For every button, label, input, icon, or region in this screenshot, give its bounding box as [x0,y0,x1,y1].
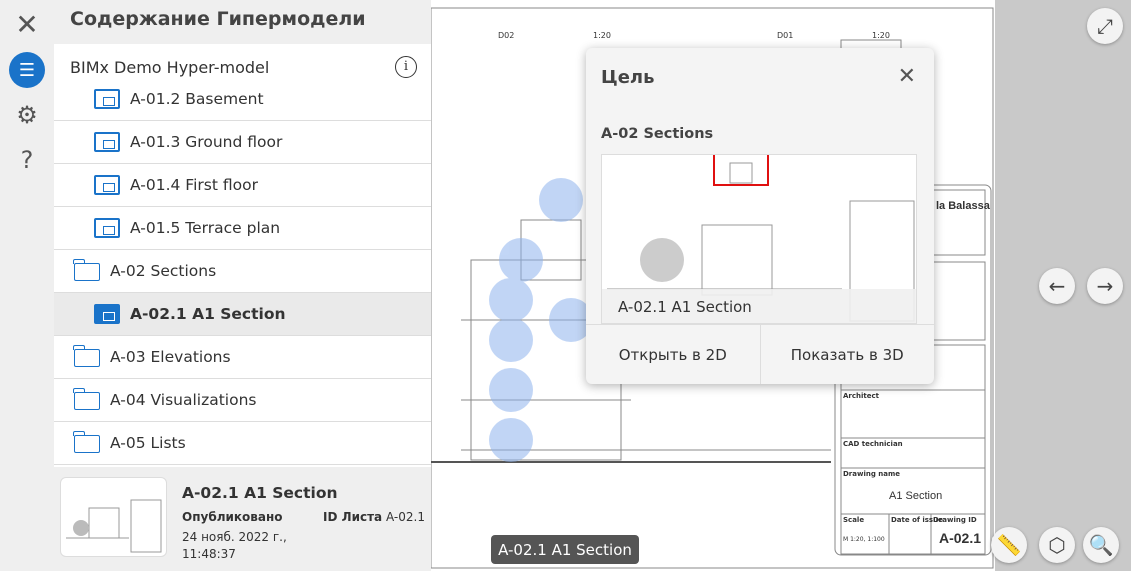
folder-icon [73,431,100,453]
list-item[interactable]: A-01.5 Terrace plan [54,207,431,250]
item-label: A-05 Lists [110,434,186,452]
item-label: A-02 Sections [110,262,217,280]
item-label: A-02.1 A1 Section [130,305,286,323]
help-icon[interactable]: ? [9,142,45,178]
project-name: la Balassa [936,200,990,212]
sheet-thumbnail [60,477,167,557]
sheet-icon [94,89,120,109]
scale-value: M 1:20, 1:100 [843,536,885,543]
preview-caption: A-02.1 A1 Section [602,289,916,323]
folder-icon [73,388,100,410]
open-2d-button[interactable]: Открыть в 2D [586,325,761,384]
drawing-id-label: Drawing ID [933,516,977,524]
model-name: BIMx Demo Hyper-model [70,57,270,77]
folder-icon [73,345,100,367]
drawing-name: A1 Section [889,490,943,502]
list-item[interactable]: A-01.4 First floor [54,164,431,207]
date: 24 нояб. 2022 г., [182,530,287,544]
time: 11:48:37 [182,547,236,561]
model-header: BIMx Demo Hyper-model i [54,44,431,90]
sheet-title: A-02.1 A1 Section [182,484,338,502]
sheet-icon [94,304,120,324]
sheet-icon [94,132,120,152]
list-icon[interactable]: ☰ [9,52,45,88]
ruler-icon[interactable]: 📏 [991,527,1027,563]
item-label: A-01.4 First floor [130,176,258,194]
status: Опубликовано [182,510,283,524]
item-label: A-04 Visualizations [110,391,257,409]
side-rail: ✕ ☰ ⚙ ? [0,0,54,571]
fullscreen-icon[interactable]: ⤢ [1087,8,1123,44]
list-item[interactable]: A-04 Visualizations [54,379,431,422]
contents-panel: Содержание Гипермодели BIMx Demo Hyper-m… [54,0,431,571]
scale-label: Scale [843,516,865,524]
panel-title: Содержание Гипермодели [70,8,366,30]
architect-label: Architect [843,392,879,400]
cube-icon[interactable]: ⬡ [1039,527,1075,563]
item-label: A-01.3 Ground floor [130,133,283,151]
drawing-name-label: Drawing name [843,470,901,478]
drawing-label: D01 [777,31,794,40]
sheet-tooltip: A-02.1 A1 Section [491,535,639,564]
item-label: A-01.2 Basement [130,90,264,108]
popup-title: Цель [601,67,655,88]
id-value: A-02.1 [385,510,425,524]
list-item-selected[interactable]: A-02.1 A1 Section [54,293,431,336]
list-item[interactable]: A-01.3 Ground floor [54,121,431,164]
section-name: A-02 Sections [601,126,714,142]
list-item[interactable]: A-02 Sections [54,250,431,293]
gear-icon[interactable]: ⚙ [9,97,45,133]
drawing-label: 1:20 [872,31,890,40]
drawing-label: D02 [498,31,515,40]
sheet-icon [94,218,120,238]
list-item[interactable]: A-03 Elevations [54,336,431,379]
sheet-preview[interactable]: A-02.1 A1 Section [601,154,917,324]
close-icon[interactable]: ✕ [898,64,916,89]
arrow-right-icon[interactable]: → [1087,268,1123,304]
folder-open-icon [73,259,100,281]
list-item[interactable]: A-05 Lists [54,422,431,465]
cad-label: CAD technician [843,440,903,448]
zoom-search-icon[interactable]: 🔍 [1083,527,1119,563]
item-label: A-01.5 Terrace plan [130,219,281,237]
arrow-left-icon[interactable]: ← [1039,268,1075,304]
show-3d-button[interactable]: Показать в 3D [761,325,935,384]
close-icon[interactable]: ✕ [9,6,45,42]
sheet-details: A-02.1 A1 Section Опубликовано ID Листа … [54,467,431,571]
sheet-icon [94,175,120,195]
target-popup: Цель ✕ A-02 Sections A-02.1 A1 Section О… [586,48,934,384]
item-label: A-03 Elevations [110,348,231,366]
id-label: ID Листа [323,510,383,524]
contents-list[interactable]: BIMx Demo Hyper-model i A-01.2 Basement A… [54,44,431,467]
drawing-id: A-02.1 [939,530,982,546]
info-icon[interactable]: i [395,56,417,78]
drawing-label: 1:20 [593,31,611,40]
